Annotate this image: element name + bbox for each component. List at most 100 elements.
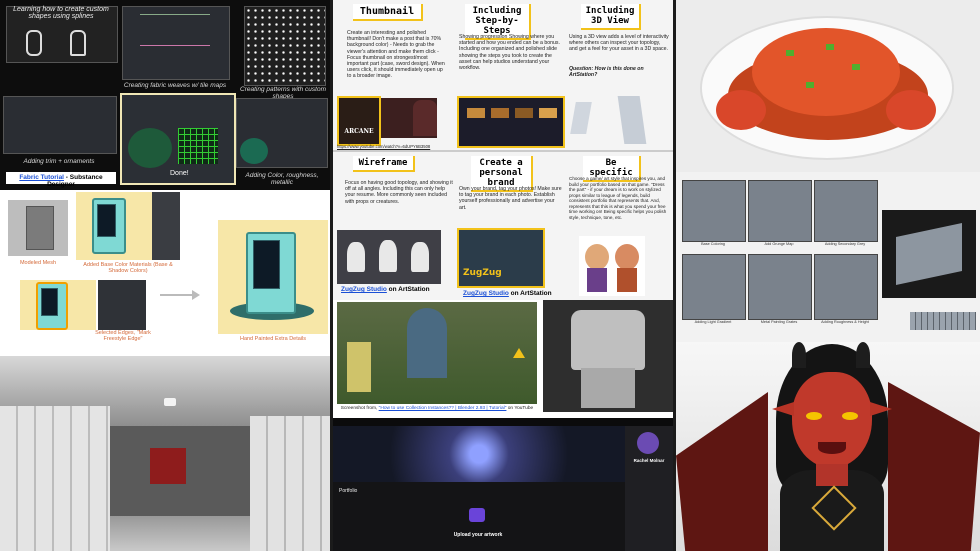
brand-credit[interactable]: ZugZug Studio on ArtStation (463, 290, 552, 297)
character-thumbnail-2 (413, 100, 437, 136)
texture-step-1 (682, 180, 746, 242)
view3d-thumbnail (565, 92, 669, 148)
vending-base-color (92, 198, 126, 254)
vending-modeled-mesh (8, 200, 68, 256)
avatar[interactable] (637, 432, 659, 454)
corinthian-column-render (543, 300, 673, 412)
caption-color: Adding Color, roughness, metallic (245, 172, 319, 186)
view3d-body: Using a 3D view adds a level of interact… (569, 34, 669, 53)
panel-metal-texture-steps: Base Coloring Add Grunge Map Adding Seco… (676, 172, 980, 342)
steps-body: Showing progression Showing where you st… (459, 34, 560, 72)
blender-edge-panel (98, 280, 146, 330)
caption-splines: Learning how to create custom shapes usi… (13, 6, 109, 20)
upload-icon[interactable] (469, 508, 485, 522)
specific-body: Choose a game/ art style that inspires y… (569, 176, 667, 220)
demon-eye-right (842, 412, 858, 420)
texture-step-4-caption: Adding Light Gradient (694, 320, 732, 324)
sci-fi-corridor-banner (333, 426, 625, 482)
tutorial-link[interactable]: Fabric Tutorial (19, 174, 64, 181)
thumbnail-heading: Thumbnail (353, 4, 423, 21)
scallion-garnish (826, 44, 834, 50)
texture-step-2-caption: Add Grunge Map (764, 242, 794, 246)
zugzug-brand-thumbnail: ZugZug (457, 228, 545, 288)
demon-horn-right (856, 342, 870, 368)
brand-body: Own your brand, tag your photos! Make su… (459, 186, 562, 211)
steps-thumbnail (457, 96, 565, 148)
fabric-swatch-grid (178, 128, 218, 164)
zugzug-link-2[interactable]: ZugZug Studio (463, 290, 509, 297)
section-divider (333, 150, 673, 152)
wireframe-body: Focus on having good topology, and showi… (345, 180, 453, 205)
crab-body (752, 28, 900, 116)
screenshot-pattern-preview (244, 6, 326, 86)
youtube-link[interactable]: https://www.youtube.com/watch?v=6dUPY6B3… (337, 144, 457, 149)
vending-final (246, 232, 296, 314)
arrow-head-icon (192, 290, 200, 300)
caption-screenshot[interactable]: Screenshot from, "How to use Collection … (337, 406, 537, 411)
demon-wing-left (676, 392, 768, 551)
lockers-right (250, 416, 330, 551)
scallion-garnish (806, 82, 814, 88)
texture-step-6 (814, 254, 878, 320)
demon-eye-left (806, 412, 822, 420)
wireframe-credit[interactable]: ZugZug Studio on ArtStation (341, 286, 430, 293)
panel-vending-machine: Modeled Mesh Added Base Color Materials … (0, 190, 330, 356)
chibi-characters-thumbnail (579, 236, 645, 296)
texture-step-3-caption: Adding Secondary Grey (824, 242, 866, 246)
demon-horn-left (792, 342, 806, 368)
panel-demon-character-render (676, 342, 980, 551)
metal-panel-3d-preview (882, 210, 976, 298)
texture-step-5 (748, 254, 812, 320)
tutorial-link-row[interactable]: Fabric Tutorial - Substance Designer (6, 172, 116, 188)
arcane-thumbnail: ARCANE (337, 96, 381, 146)
texture-step-6-caption: Adding Roughness & Height (821, 320, 869, 324)
panel-artstation-profile: Portfolio Upload your artwork Rachel Mol… (333, 418, 673, 551)
texture-step-2 (748, 180, 812, 242)
done-label: Done! (170, 170, 189, 177)
demon-neck (816, 464, 848, 486)
vending-selected-edges (36, 282, 68, 330)
wireframe-heading: Wireframe (353, 156, 415, 172)
wireframe-deer-thumbnail (337, 230, 441, 284)
zugzug-link[interactable]: ZugZug Studio (341, 286, 387, 293)
caption-trim: Adding trim + ornaments (23, 158, 95, 165)
panel-portfolio-tips: Thumbnail Create an interesting and poli… (333, 0, 673, 300)
hallway-red-door (150, 448, 186, 484)
caption-fabric-weaves: Creating fabric weaves w/ tile maps (123, 82, 227, 89)
thumbnail-body: Create an interesting and polished thumb… (347, 30, 445, 80)
demon-wing-right (888, 382, 980, 551)
texture-step-5-caption: Metal Painting Grates (760, 320, 798, 324)
label-selected-edges: Selected Edges, "Mark Freestyle Edge" (95, 330, 151, 342)
demon-mouth (818, 442, 846, 454)
label-modeled-mesh: Modeled Mesh (19, 260, 57, 266)
panel-fabric-tutorial: Learning how to create custom shapes usi… (0, 0, 330, 190)
node-graph-lines (140, 14, 210, 46)
profile-name: Rachel Molnar (633, 458, 665, 463)
portfolio-label[interactable]: Portfolio (339, 488, 357, 494)
profile-sidebar: Rachel Molnar (625, 426, 673, 551)
panel-crab-dish-render (676, 0, 980, 172)
label-hand-painted: Hand Painted Extra Details (239, 336, 307, 342)
lockers-left (0, 406, 110, 551)
label-base-color: Added Base Color Materials (Base & Shado… (83, 262, 173, 274)
spline-shape-icon (26, 30, 42, 56)
forest-scene-render (337, 302, 537, 404)
ceiling-lamp (164, 398, 176, 406)
panel-blender-scene: Screenshot from, "How to use Collection … (333, 300, 673, 418)
panel-hallway-render (0, 356, 330, 551)
spline-shape-icon (70, 30, 86, 56)
view3d-question: Question: How is this done on ArtStation… (569, 66, 644, 79)
texture-step-1-caption: Base Coloring (701, 242, 725, 246)
arrow-right-icon (160, 294, 194, 296)
fabric-swatch-teal (240, 138, 268, 164)
scallion-garnish (852, 64, 860, 70)
on-artstation: on ArtStation (386, 286, 430, 293)
texture-step-3 (814, 180, 878, 242)
caption-link[interactable]: "How to use Collection Instances?? | Ble… (379, 406, 507, 411)
texture-step-4 (682, 254, 746, 320)
artstation-topbar (333, 418, 673, 426)
screenshot-trim (3, 96, 117, 154)
upload-title[interactable]: Upload your artwork (443, 532, 513, 538)
crab-claw-right (886, 90, 936, 130)
crab-claw-left (716, 90, 766, 130)
